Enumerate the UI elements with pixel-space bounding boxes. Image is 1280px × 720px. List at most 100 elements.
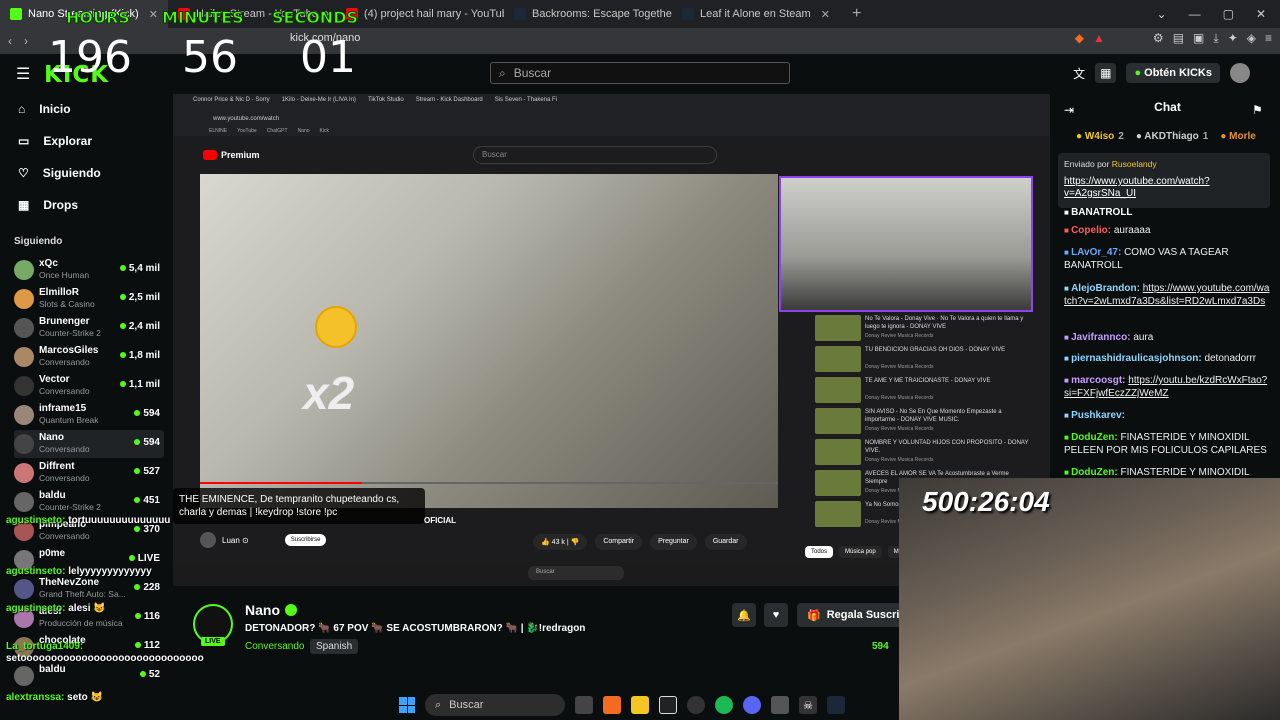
chat-username[interactable]: Copelio: (1071, 225, 1111, 236)
back-icon[interactable]: ‹ (8, 34, 12, 48)
language-tag[interactable]: Spanish (310, 639, 359, 654)
following-viewers: 1,1 mil (119, 379, 160, 390)
following-game: Conversando (39, 357, 90, 367)
following-name: MarcosGiles (39, 345, 99, 356)
gifter-item[interactable]: ● Morle (1220, 131, 1260, 142)
yt-chip: Todos (805, 546, 834, 558)
nav-siguiendo[interactable]: ♡ Siguiendo (18, 166, 101, 180)
explore-icon: ▭ (18, 134, 30, 148)
file-explorer-icon[interactable] (631, 696, 649, 714)
following-item[interactable]: baldu Counter-Strike 2 451 (14, 488, 164, 516)
steam-icon[interactable] (827, 696, 845, 714)
window-controls: ⌄ — ▢ ✕ (1157, 7, 1280, 21)
leo-icon[interactable]: ✦ (1228, 31, 1238, 46)
hamburger-icon[interactable]: ☰ (16, 64, 30, 84)
gifter-badge-icon: ● (1220, 131, 1230, 142)
video-thumbnail (815, 408, 861, 434)
following-item[interactable]: inframe15 Quantum Break 594 (14, 401, 164, 429)
following-item[interactable]: Brunenger Counter-Strike 2 2,4 mil (14, 314, 164, 342)
live-dot-icon (134, 584, 141, 590)
get-kicks-button[interactable]: ● Obtén KICKs (1126, 63, 1220, 83)
live-badge: LIVE (201, 637, 225, 646)
menu-icon[interactable]: ≡ (1265, 31, 1272, 46)
close-icon[interactable]: ✕ (1256, 7, 1266, 21)
minutes-value: 56 (182, 32, 238, 83)
chat-username[interactable]: DoduZen: (1071, 467, 1118, 478)
following-item[interactable]: ElmilloR Slots & Casino 2,5 mil (14, 285, 164, 313)
task-view-icon[interactable] (575, 696, 593, 714)
taskbar-search[interactable]: ⌕ Buscar (425, 694, 565, 716)
stream-timer: HOURS MINUTES SECONDS 196 56 01 (44, 8, 364, 84)
browser-tab[interactable]: Leaf it Alone en Steam ✕ (672, 0, 840, 28)
windows-taskbar: ⌕ Buscar ☠ (399, 690, 879, 720)
following-item[interactable]: xQc Once Human 5,4 mil (14, 256, 164, 284)
pinned-link[interactable]: https://www.youtube.com/watch?v=A2gsrSNa… (1064, 176, 1264, 200)
gifter-item[interactable]: ● W4iso 2 (1076, 131, 1124, 142)
streamer-name[interactable]: Nano (245, 602, 297, 618)
vpn-icon[interactable]: ◈ (1247, 31, 1256, 46)
new-tab-button[interactable]: + (840, 5, 873, 23)
nav-inicio[interactable]: ⌂ Inicio (18, 102, 71, 116)
chat-message: ■ piernashidraulicasjohnson: detonadorrr (1064, 352, 1270, 365)
follow-heart-button[interactable]: ♥ (764, 603, 788, 627)
download-icon[interactable]: ⤓ (1213, 31, 1218, 46)
spotify-icon[interactable] (715, 696, 733, 714)
chat-users-icon[interactable]: ⚑ (1252, 103, 1263, 117)
chat-username[interactable]: LAvOr_47: (1071, 247, 1121, 258)
following-item[interactable]: TheNevZone Grand Theft Auto: Sa... 228 (14, 575, 164, 603)
chat-username[interactable]: AlejoBrandon: (1071, 283, 1140, 294)
overlay-oficial: OFICIAL (424, 516, 456, 525)
skull-icon[interactable]: ☠ (799, 696, 817, 714)
following-game: Conversando (39, 473, 90, 483)
rewards-icon[interactable]: ▲ (1093, 31, 1105, 46)
forward-icon[interactable]: › (24, 34, 28, 48)
live-dot-icon (134, 497, 141, 503)
tab-label: Backrooms: Escape Together en Steam (532, 8, 672, 20)
nav-explorar[interactable]: ▭ Explorar (18, 134, 92, 148)
following-item[interactable]: MarcosGiles Conversando 1,8 mil (14, 343, 164, 371)
nav-drops[interactable]: ▦ Drops (18, 198, 78, 212)
chat-username[interactable]: piernashidraulicasjohnson: (1071, 353, 1202, 364)
following-viewers: 2,4 mil (119, 321, 160, 332)
windows-start-icon[interactable] (399, 697, 415, 713)
gifter-item[interactable]: ● AKDThiago 1 (1136, 131, 1208, 142)
following-game: Conversando (39, 444, 90, 454)
search-input[interactable]: ⌕ Buscar (490, 62, 790, 84)
following-item[interactable]: baldu 52 (14, 662, 164, 690)
tab-close-icon[interactable]: ✕ (821, 8, 830, 21)
browser-tab[interactable]: Backrooms: Escape Together en Steam✕ (504, 0, 672, 28)
brave-shield-icon[interactable]: ◆ (1075, 31, 1084, 46)
chat-username[interactable]: DoduZen: (1071, 432, 1118, 443)
wallet-icon[interactable]: ▣ (1193, 31, 1204, 46)
chat-username[interactable]: Pushkarev: (1071, 410, 1125, 421)
maximize-icon[interactable]: ▢ (1223, 7, 1234, 21)
chat-username[interactable]: Javifrannco: (1071, 332, 1130, 343)
capcut-icon[interactable] (659, 696, 677, 714)
tab-list-icon[interactable]: ⌄ (1157, 7, 1167, 21)
extension-icon[interactable]: ⚙ (1153, 31, 1164, 46)
app-icon[interactable] (771, 696, 789, 714)
following-item[interactable]: Nano Conversando 594 (14, 430, 164, 458)
following-item[interactable]: Diffrent Conversando 527 (14, 459, 164, 487)
chat-text: aura (1133, 332, 1154, 343)
following-name: Nano (39, 432, 64, 443)
user-avatar[interactable] (1230, 63, 1250, 83)
translate-icon[interactable]: 文 (1073, 65, 1085, 82)
chat-username[interactable]: marcoosgt: (1071, 375, 1125, 386)
following-name: Vector (39, 374, 70, 385)
following-viewers: 594 (134, 437, 160, 448)
brave-icon[interactable] (603, 696, 621, 714)
chat-username[interactable]: BANATROLL (1071, 207, 1132, 218)
sidebar-icon[interactable]: ▤ (1173, 31, 1184, 46)
discord-icon[interactable] (743, 696, 761, 714)
stream-category[interactable]: Conversando (245, 641, 304, 652)
minimize-icon[interactable]: — (1189, 7, 1201, 21)
chat-badge-icon: ■ (1064, 376, 1072, 385)
notification-bell-button[interactable]: 🔔 (732, 603, 756, 627)
gifter-badge-icon: ● (1076, 131, 1085, 142)
following-item[interactable]: Vector Conversando 1,1 mil (14, 372, 164, 400)
video-thumbnail (815, 470, 861, 496)
library-icon[interactable]: ▦ (1095, 63, 1117, 83)
obs-icon[interactable] (687, 696, 705, 714)
chat-badge-icon: ■ (1064, 208, 1072, 217)
